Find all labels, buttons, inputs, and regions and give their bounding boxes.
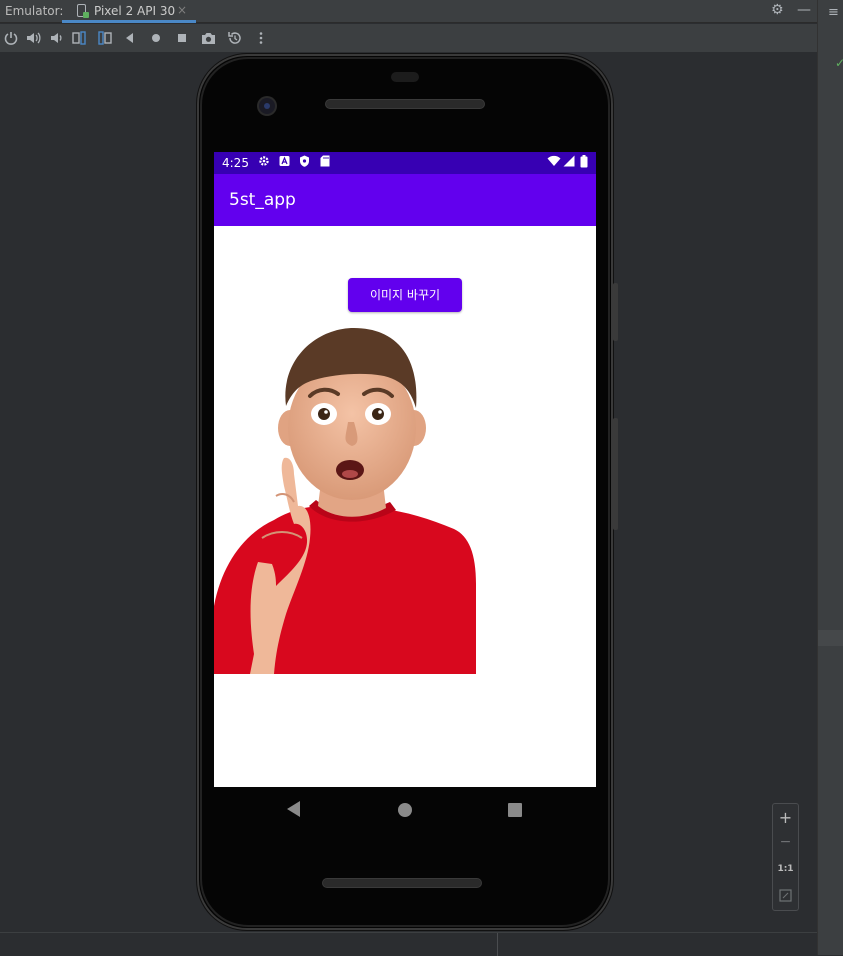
nav-back-icon[interactable] <box>287 801 300 817</box>
zoom-actual-size-button[interactable]: 1:1 <box>773 864 798 874</box>
bottom-tool-strip <box>0 932 817 956</box>
emulator-toolbar <box>0 24 817 52</box>
right-gutter: ≡ ✓ <box>817 0 843 955</box>
screenshot-icon[interactable] <box>200 30 217 46</box>
emulator-tab-bar: Emulator: Pixel 2 API 30 × ⚙ — <box>0 0 843 23</box>
sd-card-icon <box>320 155 330 167</box>
zoom-controls: + − 1:1 <box>772 803 799 911</box>
more-icon[interactable] <box>253 30 269 46</box>
settings-notification-icon <box>259 156 269 166</box>
battery-icon <box>580 155 588 168</box>
volume-up-icon[interactable] <box>25 30 41 46</box>
device-screen[interactable]: 4:25 5st_app 이미지 바꾸기 <box>214 152 596 787</box>
proximity-sensor <box>391 72 419 82</box>
check-icon: ✓ <box>835 56 843 70</box>
shield-notification-icon <box>300 155 309 167</box>
wifi-icon <box>547 155 561 166</box>
change-image-button[interactable]: 이미지 바꾸기 <box>348 278 462 312</box>
front-camera-icon <box>259 98 275 114</box>
volume-down-icon[interactable] <box>48 30 64 46</box>
app-bar: 5st_app <box>214 174 596 226</box>
event-log-icon[interactable]: ≡ <box>828 5 839 20</box>
device-running-icon <box>83 12 89 18</box>
navigation-bar <box>214 787 596 832</box>
emulator-label: Emulator: <box>5 4 64 18</box>
overview-icon[interactable] <box>175 30 189 46</box>
gutter-separator <box>818 630 843 646</box>
fit-screen-icon[interactable] <box>779 889 792 902</box>
gear-icon[interactable]: ⚙ <box>771 2 784 18</box>
rotate-left-icon[interactable] <box>71 30 87 46</box>
nav-recents-icon[interactable] <box>508 803 522 817</box>
nav-home-icon[interactable] <box>398 803 412 817</box>
back-icon[interactable] <box>123 30 137 46</box>
boy-photo <box>214 324 476 674</box>
zoom-in-button[interactable]: + <box>773 808 798 827</box>
status-bar: 4:25 <box>214 152 596 174</box>
power-icon[interactable] <box>3 30 19 46</box>
device-tab-label: Pixel 2 API 30 <box>94 4 176 18</box>
zoom-out-button[interactable]: − <box>773 834 798 850</box>
close-tab-icon[interactable]: × <box>177 3 187 17</box>
panel-divider <box>497 933 498 956</box>
status-time: 4:25 <box>222 156 249 170</box>
cell-signal-icon <box>563 155 575 167</box>
power-side-button[interactable] <box>613 283 618 341</box>
a-notification-icon <box>279 156 290 166</box>
top-speaker <box>326 100 484 108</box>
snapshot-icon[interactable] <box>226 30 243 46</box>
minimize-icon[interactable]: — <box>797 2 811 18</box>
bottom-speaker <box>323 879 481 887</box>
tab-device[interactable]: Pixel 2 API 30 × <box>62 0 196 23</box>
rotate-right-icon[interactable] <box>97 30 113 46</box>
home-icon[interactable] <box>149 30 163 46</box>
app-title: 5st_app <box>229 190 296 210</box>
volume-side-button[interactable] <box>613 418 618 530</box>
